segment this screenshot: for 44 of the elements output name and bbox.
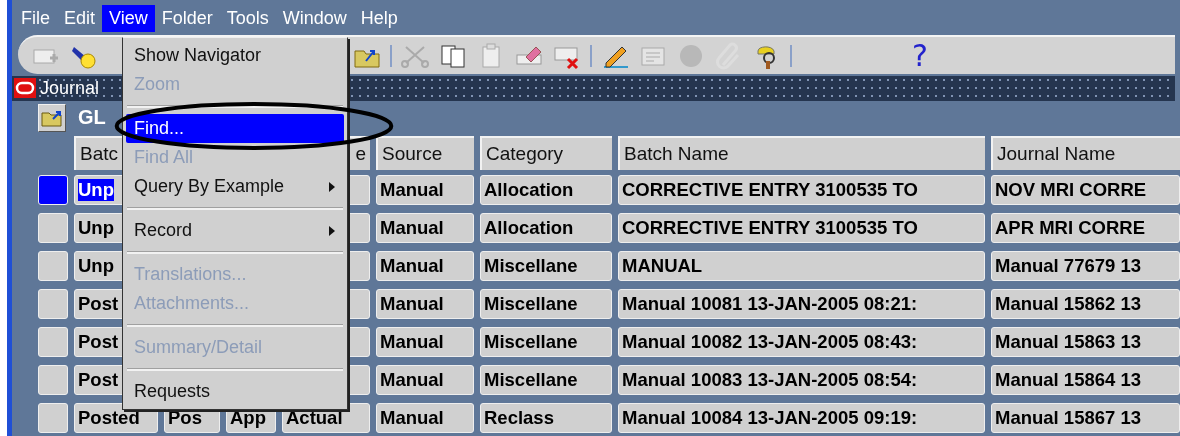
table-cell: CORRECTIVE ENTRY 3100535 TO bbox=[618, 175, 985, 205]
menu-item[interactable]: File bbox=[14, 5, 57, 33]
table-cell: Allocation bbox=[480, 213, 612, 243]
table-cell: Manual 10083 13-JAN-2005 08:54: bbox=[618, 365, 985, 395]
table-cell: MANUAL bbox=[618, 251, 985, 281]
menu-item[interactable]: Help bbox=[353, 5, 405, 33]
table-cell: Miscellane bbox=[480, 365, 612, 395]
folder-name: GL bbox=[78, 106, 106, 130]
menu-item[interactable]: Edit bbox=[57, 5, 103, 33]
table-cell: Manual 10082 13-JAN-2005 08:43: bbox=[618, 327, 985, 357]
table-cell: Manual 15862 13 bbox=[991, 289, 1180, 319]
column-header: Source bbox=[376, 136, 474, 170]
table-cell: Manual bbox=[376, 289, 474, 319]
table-cell: NOV MRI CORRE bbox=[991, 175, 1180, 205]
menu-item[interactable]: Folder bbox=[154, 5, 220, 33]
table-cell: Manual 10084 13-JAN-2005 09:19: bbox=[618, 403, 985, 433]
column-header: Batch Name bbox=[618, 136, 985, 170]
table-cell: Manual bbox=[376, 251, 474, 281]
table-cell: Manual bbox=[376, 365, 474, 395]
table-cell: Reclass bbox=[480, 403, 612, 433]
table-cell: Manual bbox=[376, 175, 474, 205]
table-cell: Miscellane bbox=[480, 327, 612, 357]
table-cell: Manual bbox=[376, 403, 474, 433]
table-cell: CORRECTIVE ENTRY 3100535 TO bbox=[618, 213, 985, 243]
column-header: Journal Name bbox=[991, 136, 1180, 170]
table-cell: Manual 15864 13 bbox=[991, 365, 1180, 395]
table-cell: Manual bbox=[376, 213, 474, 243]
table-cell: Manual 77679 13 bbox=[991, 251, 1180, 281]
table-cell: Manual 15863 13 bbox=[991, 327, 1180, 357]
table-cell: Manual bbox=[376, 327, 474, 357]
window-title: Journal bbox=[40, 78, 100, 99]
help-button[interactable]: ? bbox=[908, 38, 932, 73]
menu-item[interactable]: Tools bbox=[219, 5, 276, 33]
menu-item[interactable]: Show Navigator bbox=[126, 41, 344, 70]
table-cell: Manual 15867 13 bbox=[991, 403, 1180, 433]
menu-item[interactable]: Window bbox=[275, 5, 354, 33]
table-cell: APR MRI CORRE bbox=[991, 213, 1180, 243]
table-cell: Miscellane bbox=[480, 251, 612, 281]
table-cell: Manual 10081 13-JAN-2005 08:21: bbox=[618, 289, 985, 319]
column-header: Category bbox=[480, 136, 612, 170]
menu-item[interactable]: Find... bbox=[126, 114, 344, 143]
menu-item[interactable]: View bbox=[102, 5, 155, 33]
table-cell: Allocation bbox=[480, 175, 612, 205]
table-cell: Miscellane bbox=[480, 289, 612, 319]
